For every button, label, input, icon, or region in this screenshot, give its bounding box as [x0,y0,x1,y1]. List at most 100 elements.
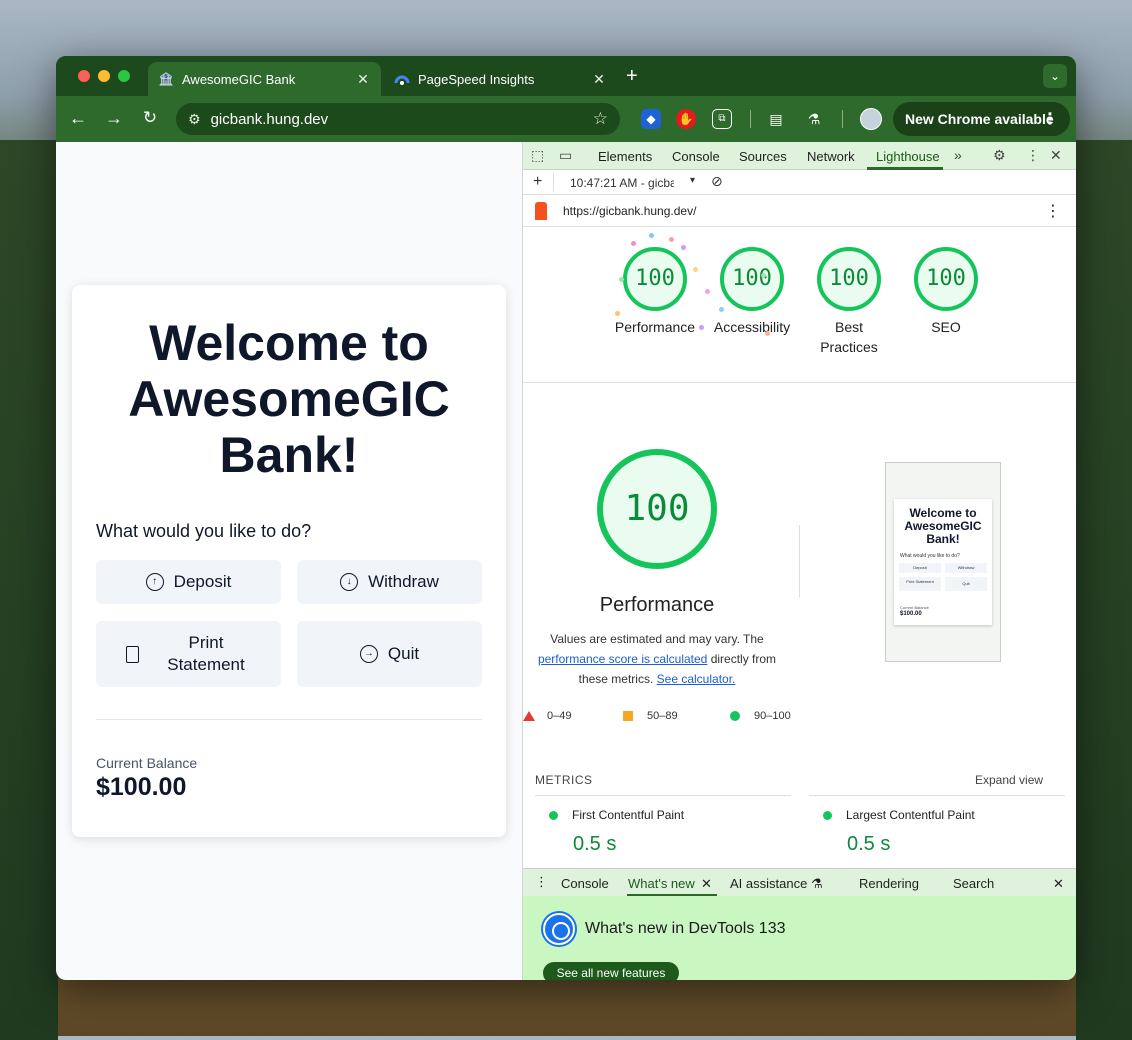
quit-button[interactable]: → Quit [297,621,482,687]
drawer-tab-whats-new[interactable]: What's new [628,876,695,891]
device-toolbar-icon[interactable]: ▭ [559,147,572,164]
report-url: https://gicbank.hung.dev/ [563,204,697,218]
zoom-window-button[interactable] [118,70,130,82]
confetti-dot [631,241,636,246]
drawer-tab-rendering[interactable]: Rendering [859,876,919,891]
score-gauges: 100 Performance 100 Accessibility 100 Be… [523,227,1076,383]
gauge-label: Best Practices [820,319,878,355]
legend-range: 0–49 [547,710,572,722]
inspect-element-icon[interactable]: ⬚ [531,147,544,164]
gauge-seo[interactable]: 100 SEO [896,247,996,337]
address-bar[interactable]: ⚙ gicbank.hung.dev ☆ [176,103,620,135]
browser-toolbar: ← → ↻ ⚙ gicbank.hung.dev ☆ ◆ ✋ ⧉ ▤ ⚗ New… [56,96,1076,142]
more-tabs-chevron-icon[interactable]: » [954,147,962,163]
site-settings-icon[interactable]: ⚙ [188,111,201,128]
confetti-dot [719,307,724,312]
metric-lcp-value: 0.5 s [847,833,891,855]
tab-network[interactable]: Network [807,149,855,164]
withdraw-button[interactable]: ↓ Withdraw [297,560,482,604]
close-icon[interactable]: ✕ [701,876,712,892]
lighthouse-logo-icon [535,202,547,220]
print-statement-button[interactable]: Print Statement [96,621,281,687]
tab-title: PageSpeed Insights [418,71,535,87]
tab-search-chevron-icon[interactable]: ⌄ [1043,64,1067,88]
performance-description: Values are estimated and may vary. The p… [533,629,781,689]
password-manager-extension-icon[interactable]: ◆ [641,109,661,129]
confetti-dot [761,273,766,278]
confetti-dot [615,311,620,316]
tab-title: AwesomeGIC Bank [182,71,296,87]
legend-average: 50–89 [623,710,678,722]
close-drawer-icon[interactable]: ✕ [1053,876,1064,892]
tab-sources[interactable]: Sources [739,149,787,164]
browser-window: 🏦 AwesomeGIC Bank ✕ PageSpeed Insights ✕… [56,56,1076,980]
quit-label: Quit [387,644,420,663]
average-square-icon [623,711,633,721]
chrome-devtools-logo-icon [543,913,575,945]
score-ring: 100 [817,247,881,311]
pass-circle-icon [823,810,832,820]
drawer-tab-console[interactable]: Console [561,876,609,891]
new-chrome-available-button[interactable]: New Chrome available ⋮ [893,102,1070,136]
web-page: Welcome to AwesomeGIC Bank! What would y… [56,142,522,980]
report-selector[interactable]: 10:47:21 AM - gicbar [570,176,674,190]
close-icon[interactable]: ✕ [355,71,371,88]
more-vert-icon[interactable]: ⋮ [1045,201,1061,221]
score-calculated-link[interactable]: performance score is calculated [538,652,707,666]
legend-fail: 0–49 [523,710,571,722]
tab-pagespeed-insights[interactable]: PageSpeed Insights ✕ [384,62,617,96]
new-report-plus-icon[interactable]: + [533,173,542,191]
lighthouse-url-bar: https://gicbank.hung.dev/ ⋮ [523,195,1076,227]
gauge-label: Accessibility [713,319,791,335]
gauge-best-practices[interactable]: 100 Best Practices [799,247,899,357]
metric-divider [809,795,1065,796]
metrics-heading: METRICS [535,773,593,787]
close-devtools-icon[interactable]: ✕ [1050,147,1062,164]
tab-console[interactable]: Console [672,149,720,164]
pass-circle-icon [549,810,558,820]
settings-gear-icon[interactable]: ⚙ [993,147,1006,164]
tab-lighthouse[interactable]: Lighthouse [876,149,940,164]
reload-icon[interactable]: ↻ [139,108,161,128]
close-window-button[interactable] [78,70,90,82]
performance-score-ring: 100 [597,449,717,569]
see-calculator-link[interactable]: See calculator. [657,672,736,686]
confetti-dot [705,289,710,294]
gauge-accessibility[interactable]: 100 Accessibility [702,247,802,337]
profile-avatar[interactable] [860,108,882,130]
lighthouse-toolbar: + 10:47:21 AM - gicbar ▾ ⊘ [523,170,1076,195]
close-icon[interactable]: ✕ [591,71,607,88]
minimize-window-button[interactable] [98,70,110,82]
arrow-up-circle-icon: ↑ [145,573,164,591]
thumbnail-prompt: What would you like to do? [900,553,960,559]
tab-elements[interactable]: Elements [598,149,652,164]
forward-arrow-icon[interactable]: → [103,108,125,128]
dropdown-caret-icon[interactable]: ▾ [690,175,695,186]
page-screenshot-thumbnail[interactable]: Welcome to AwesomeGIC Bank! What would y… [885,462,1001,662]
deposit-label: Deposit [173,572,232,591]
back-arrow-icon[interactable]: ← [67,108,89,128]
bank-icon: 🏦 [158,72,174,86]
deposit-button[interactable]: ↑ Deposit [96,560,281,604]
labs-flask-icon[interactable]: ⚗ [804,109,824,129]
adblock-extension-icon[interactable]: ✋ [676,109,696,129]
reading-list-icon[interactable]: ▤ [766,109,786,129]
metric-divider [535,795,791,796]
more-vert-icon[interactable]: ⋮ [1026,147,1040,164]
see-all-features-button[interactable]: See all new features [543,962,679,980]
clear-reports-icon[interactable]: ⊘ [711,173,723,190]
expand-view-toggle[interactable]: Expand view [975,773,1043,787]
url-text: gicbank.hung.dev [210,110,329,128]
bookmark-star-icon[interactable]: ☆ [593,109,608,129]
gauge-performance[interactable]: 100 Performance [605,247,705,337]
legend-range: 50–89 [647,710,678,722]
drawer-tab-ai-assistance[interactable]: AI assistance [730,876,807,891]
drawer-menu-icon[interactable]: ⋮ [535,874,548,890]
tab-awesomegic-bank[interactable]: 🏦 AwesomeGIC Bank ✕ [148,62,381,96]
thumbnail-withdraw: Withdraw [945,563,987,573]
drawer-tab-search[interactable]: Search [953,876,994,891]
balance-label: Current Balance [96,755,198,771]
extensions-puzzle-icon[interactable]: ⧉ [712,109,732,129]
devtools-panel: ⬚ ▭ Elements Console Sources Network Lig… [522,142,1076,980]
new-tab-button[interactable]: + [626,65,638,88]
